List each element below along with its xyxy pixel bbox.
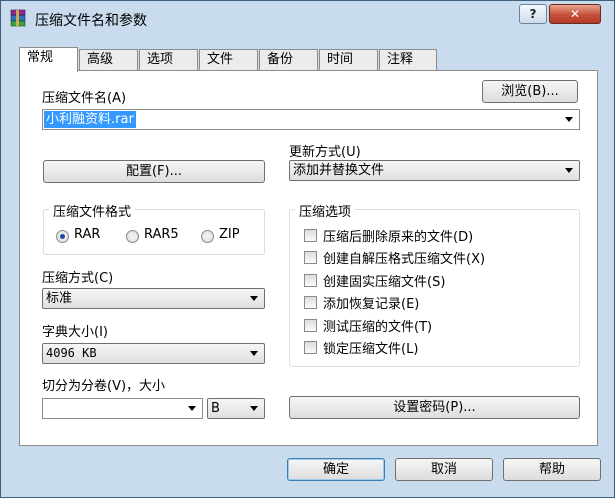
lock-archive-checkbox[interactable]	[304, 341, 317, 354]
dictionary-size-label: 字典大小(I)	[42, 325, 108, 340]
tab-options[interactable]: 选项	[139, 49, 198, 71]
browse-button[interactable]: 浏览(B)...	[482, 80, 578, 103]
split-size-combo[interactable]	[42, 398, 203, 419]
title-help-button[interactable]: ?	[519, 4, 547, 24]
profiles-button[interactable]: 配置(F)...	[43, 160, 265, 183]
winrar-books-icon	[10, 9, 26, 27]
close-button[interactable]: ✕	[549, 4, 601, 24]
tab-time[interactable]: 时间	[319, 49, 378, 71]
compression-method-value: 标准	[46, 291, 73, 306]
split-volumes-label: 切分为分卷(V)，大小	[42, 379, 166, 394]
title-bar: 压缩文件名和参数 ? ✕	[1, 1, 614, 35]
update-mode-select[interactable]: 添加并替换文件	[289, 160, 580, 181]
create-sfx-label: 创建自解压格式压缩文件(X)	[323, 252, 486, 267]
tab-comment[interactable]: 注释	[379, 49, 437, 71]
tab-files[interactable]: 文件	[199, 49, 258, 71]
delete-after-label: 压缩后删除原来的文件(D)	[323, 230, 474, 245]
format-zip-label: ZIP	[219, 227, 240, 242]
solid-archive-label: 创建固实压缩文件(S)	[323, 275, 446, 290]
split-unit-value: B	[211, 401, 220, 416]
tab-advanced[interactable]: 高级	[79, 49, 138, 71]
split-unit-select[interactable]: B	[207, 398, 265, 419]
create-sfx-checkbox[interactable]	[304, 251, 317, 264]
test-files-label: 测试压缩的文件(T)	[323, 320, 433, 335]
archive-name-combo[interactable]: 小利融资料.rar	[42, 109, 580, 130]
chevron-down-icon[interactable]	[565, 117, 573, 122]
solid-archive-checkbox[interactable]	[304, 274, 317, 287]
set-password-button[interactable]: 设置密码(P)...	[289, 396, 580, 419]
archiving-options-title: 压缩选项	[295, 201, 356, 220]
archive-name-value: 小利融资料.rar	[44, 111, 136, 128]
tab-backup[interactable]: 备份	[259, 49, 318, 71]
format-rar-radio[interactable]	[56, 230, 69, 243]
chevron-down-icon	[250, 406, 258, 411]
chevron-down-icon[interactable]	[188, 406, 196, 411]
archive-format-title: 压缩文件格式	[49, 201, 136, 220]
test-files-checkbox[interactable]	[304, 319, 317, 332]
archiving-options-group: 压缩选项 压缩后删除原来的文件(D) 创建自解压格式压缩文件(X) 创建固实压缩…	[289, 201, 580, 367]
chevron-down-icon	[250, 296, 258, 301]
window-title: 压缩文件名和参数	[35, 13, 147, 29]
recovery-record-label: 添加恢复记录(E)	[323, 297, 420, 312]
lock-archive-label: 锁定压缩文件(L)	[323, 342, 419, 357]
compression-method-select[interactable]: 标准	[42, 288, 265, 309]
format-rar-label: RAR	[74, 227, 101, 242]
tab-general[interactable]: 常规	[19, 47, 78, 72]
dictionary-size-value: 4096 KB	[46, 346, 97, 360]
recovery-record-checkbox[interactable]	[304, 296, 317, 309]
archive-name-label: 压缩文件名(A)	[42, 91, 127, 106]
format-rar5-radio[interactable]	[126, 230, 139, 243]
update-mode-value: 添加并替换文件	[293, 163, 385, 178]
format-zip-radio[interactable]	[201, 230, 214, 243]
ok-button[interactable]: 确定	[287, 458, 385, 481]
cancel-button[interactable]: 取消	[395, 458, 493, 481]
compression-method-label: 压缩方式(C)	[42, 271, 114, 286]
format-rar5-label: RAR5	[144, 227, 179, 242]
archive-format-group: 压缩文件格式 RAR RAR5 ZIP	[43, 201, 265, 255]
chevron-down-icon	[565, 168, 573, 173]
delete-after-checkbox[interactable]	[304, 229, 317, 242]
help-button[interactable]: 帮助	[503, 458, 601, 481]
archive-dialog-window: 压缩文件名和参数 ? ✕ 常规 高级 选项 文件 备份 时间 注释 压缩文件名(…	[0, 0, 615, 498]
dictionary-size-select[interactable]: 4096 KB	[42, 343, 265, 364]
chevron-down-icon	[250, 351, 258, 356]
general-tab-panel: 压缩文件名(A) 浏览(B)... 小利融资料.rar 更新方式(U) 添加并替…	[19, 70, 598, 446]
update-mode-label: 更新方式(U)	[289, 145, 361, 160]
